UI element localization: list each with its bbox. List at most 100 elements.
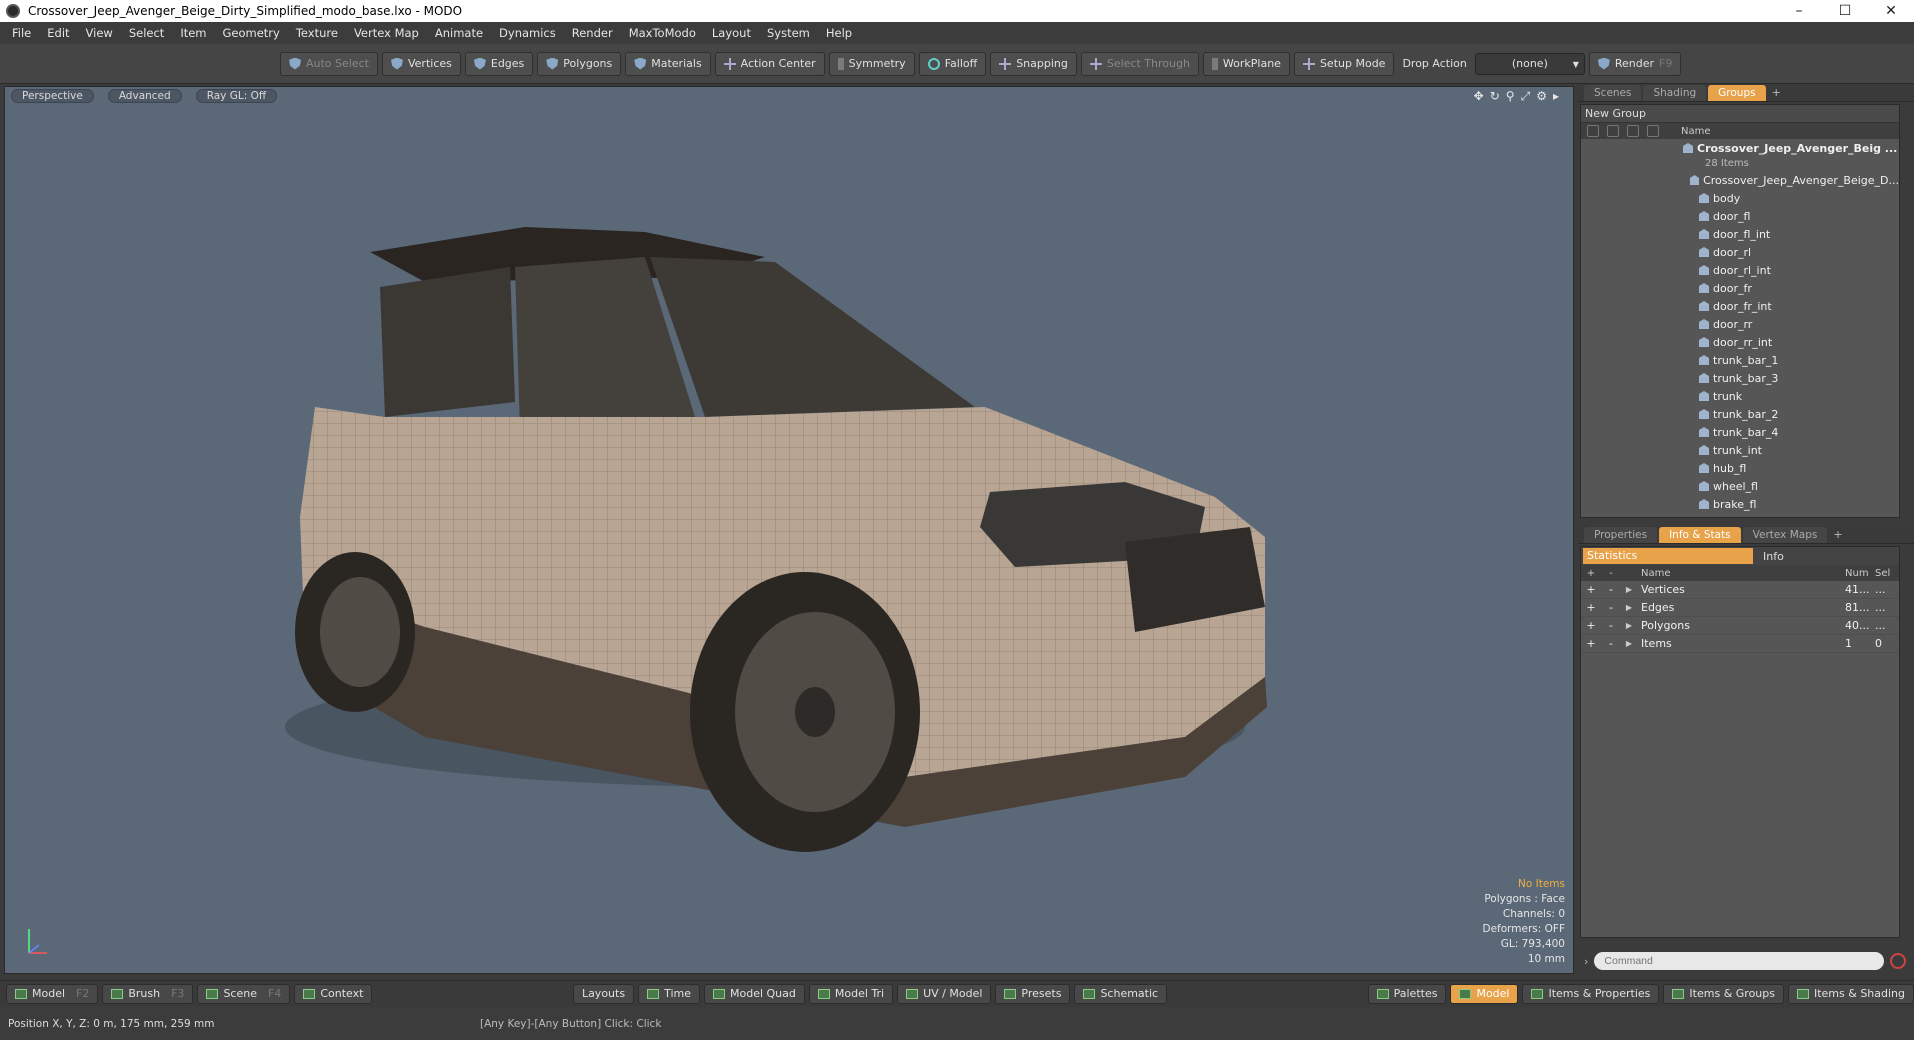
list-item[interactable]: wheel_fl <box>1581 477 1899 495</box>
select-through-button[interactable]: Select Through <box>1080 51 1199 76</box>
close-button[interactable]: ✕ <box>1868 0 1914 22</box>
menu-item[interactable]: Item <box>174 26 216 40</box>
snapping-button[interactable]: Snapping <box>990 51 1077 76</box>
list-item[interactable]: door_fl_int <box>1581 225 1899 243</box>
materials-button[interactable]: Materials <box>625 51 711 76</box>
list-item[interactable]: door_fl <box>1581 207 1899 225</box>
brush-mode-button[interactable]: Brush F3 <box>102 983 194 1004</box>
symmetry-button[interactable]: Symmetry <box>828 51 915 76</box>
tab-shading[interactable]: Shading <box>1643 85 1707 101</box>
maximize-button[interactable]: ☐ <box>1822 0 1868 22</box>
items-shading-button[interactable]: Items & Shading <box>1787 983 1914 1004</box>
expand-arrow-icon[interactable]: ▶ <box>1621 621 1637 630</box>
menu-file[interactable]: File <box>6 26 41 40</box>
menu-texture[interactable]: Texture <box>290 26 348 40</box>
list-item[interactable]: Crossover_Jeep_Avenger_Beige_D... <box>1581 171 1899 189</box>
layouts-button[interactable]: Layouts <box>572 983 635 1004</box>
context-mode-button[interactable]: Context <box>294 983 373 1004</box>
add-tab-icon[interactable]: + <box>1768 85 1785 101</box>
menu-render[interactable]: Render <box>566 26 623 40</box>
render-button[interactable]: Render F9 <box>1588 51 1682 76</box>
palettes-button[interactable]: Palettes <box>1367 983 1447 1004</box>
expand-all-icon[interactable]: + <box>1581 568 1601 579</box>
tab-vertex-maps[interactable]: Vertex Maps <box>1742 527 1828 543</box>
add-icon[interactable]: + <box>1581 619 1601 632</box>
menu-system[interactable]: System <box>761 26 820 40</box>
menu-select[interactable]: Select <box>123 26 174 40</box>
workplane-button[interactable]: WorkPlane <box>1202 51 1290 76</box>
time-button[interactable]: Time <box>638 983 700 1004</box>
menu-maxtomodo[interactable]: MaxToModo <box>623 26 706 40</box>
remove-icon[interactable]: - <box>1601 583 1621 596</box>
items-groups-button[interactable]: Items & Groups <box>1663 983 1784 1004</box>
list-item[interactable]: trunk <box>1581 387 1899 405</box>
polygons-button[interactable]: Polygons <box>537 51 622 76</box>
vertices-button[interactable]: Vertices <box>381 51 461 76</box>
list-item[interactable]: door_rr <box>1581 315 1899 333</box>
setup-mode-button[interactable]: Setup Mode <box>1293 51 1395 76</box>
add-tab-icon[interactable]: + <box>1829 527 1846 543</box>
list-item[interactable]: door_fr <box>1581 279 1899 297</box>
3d-viewport[interactable]: Perspective Advanced Ray GL: Off ✥ ↻ ⚲ ⤢… <box>4 86 1574 974</box>
select-icon[interactable] <box>1647 125 1659 137</box>
eye-icon[interactable] <box>1587 125 1599 137</box>
remove-icon[interactable]: - <box>1601 619 1621 632</box>
minimize-button[interactable]: – <box>1776 0 1822 22</box>
list-item[interactable]: hub_fl <box>1581 459 1899 477</box>
menu-help[interactable]: Help <box>820 26 862 40</box>
add-icon[interactable]: + <box>1581 601 1601 614</box>
list-item[interactable]: door_rl_int <box>1581 261 1899 279</box>
auto-select-button[interactable]: Auto Select <box>280 51 378 76</box>
list-item[interactable]: trunk_bar_1 <box>1581 351 1899 369</box>
chevron-right-icon[interactable]: › <box>1584 955 1588 968</box>
menu-view[interactable]: View <box>80 26 123 40</box>
drop-action-select[interactable]: (none) ▼ <box>1474 52 1585 75</box>
list-item[interactable]: trunk_bar_4 <box>1581 423 1899 441</box>
scene-mode-button[interactable]: Scene F4 <box>197 983 291 1004</box>
menu-layout[interactable]: Layout <box>706 26 761 40</box>
statistics-tab[interactable]: Statistics <box>1583 548 1753 564</box>
collapse-all-icon[interactable]: - <box>1601 568 1621 579</box>
items-properties-button[interactable]: Items & Properties <box>1522 983 1660 1004</box>
tab-info-stats[interactable]: Info & Stats <box>1659 527 1741 543</box>
expand-arrow-icon[interactable]: ▶ <box>1621 585 1637 594</box>
remove-icon[interactable]: - <box>1601 637 1621 650</box>
list-item[interactable]: door_fr_int <box>1581 297 1899 315</box>
table-row[interactable]: + - ▶ Polygons 40...... <box>1581 617 1899 635</box>
schematic-button[interactable]: Schematic <box>1074 983 1168 1004</box>
presets-button[interactable]: Presets <box>995 983 1071 1004</box>
menu-vertex-map[interactable]: Vertex Map <box>348 26 429 40</box>
tab-properties[interactable]: Properties <box>1584 527 1658 543</box>
table-row[interactable]: + - ▶ Vertices 41...... <box>1581 581 1899 599</box>
table-row[interactable]: + - ▶ Items 1 0 <box>1581 635 1899 653</box>
expand-arrow-icon[interactable]: ▶ <box>1621 603 1637 612</box>
action-center-button[interactable]: Action Center <box>714 51 825 76</box>
add-icon[interactable]: + <box>1581 583 1601 596</box>
tab-groups[interactable]: Groups <box>1708 85 1766 101</box>
list-item[interactable]: brake_fl <box>1581 495 1899 513</box>
record-icon[interactable] <box>1890 953 1907 969</box>
info-tab[interactable]: Info <box>1753 550 1784 563</box>
list-item[interactable]: trunk_bar_2 <box>1581 405 1899 423</box>
render-toggle-icon[interactable] <box>1607 125 1619 137</box>
falloff-button[interactable]: Falloff <box>918 51 987 76</box>
remove-icon[interactable]: - <box>1601 601 1621 614</box>
group-root-row[interactable]: Crossover_Jeep_Avenger_Beig ... <box>1581 139 1899 157</box>
list-item[interactable]: door_rr_int <box>1581 333 1899 351</box>
table-row[interactable]: + - ▶ Edges 81...... <box>1581 599 1899 617</box>
edges-button[interactable]: Edges <box>464 51 534 76</box>
expand-arrow-icon[interactable]: ▶ <box>1621 639 1637 648</box>
add-icon[interactable]: + <box>1581 637 1601 650</box>
model-layout-button[interactable]: Model <box>1450 983 1519 1004</box>
menu-geometry[interactable]: Geometry <box>217 26 290 40</box>
lock-icon[interactable] <box>1627 125 1639 137</box>
model-mode-button[interactable]: Model F2 <box>6 983 99 1004</box>
tab-scenes[interactable]: Scenes <box>1584 85 1642 101</box>
menu-edit[interactable]: Edit <box>41 26 79 40</box>
list-item[interactable]: trunk_bar_3 <box>1581 369 1899 387</box>
list-item[interactable]: body <box>1581 189 1899 207</box>
list-item[interactable]: door_rl <box>1581 243 1899 261</box>
new-group-button[interactable]: New Group <box>1581 105 1899 123</box>
menu-dynamics[interactable]: Dynamics <box>493 26 566 40</box>
command-input[interactable] <box>1594 952 1885 970</box>
